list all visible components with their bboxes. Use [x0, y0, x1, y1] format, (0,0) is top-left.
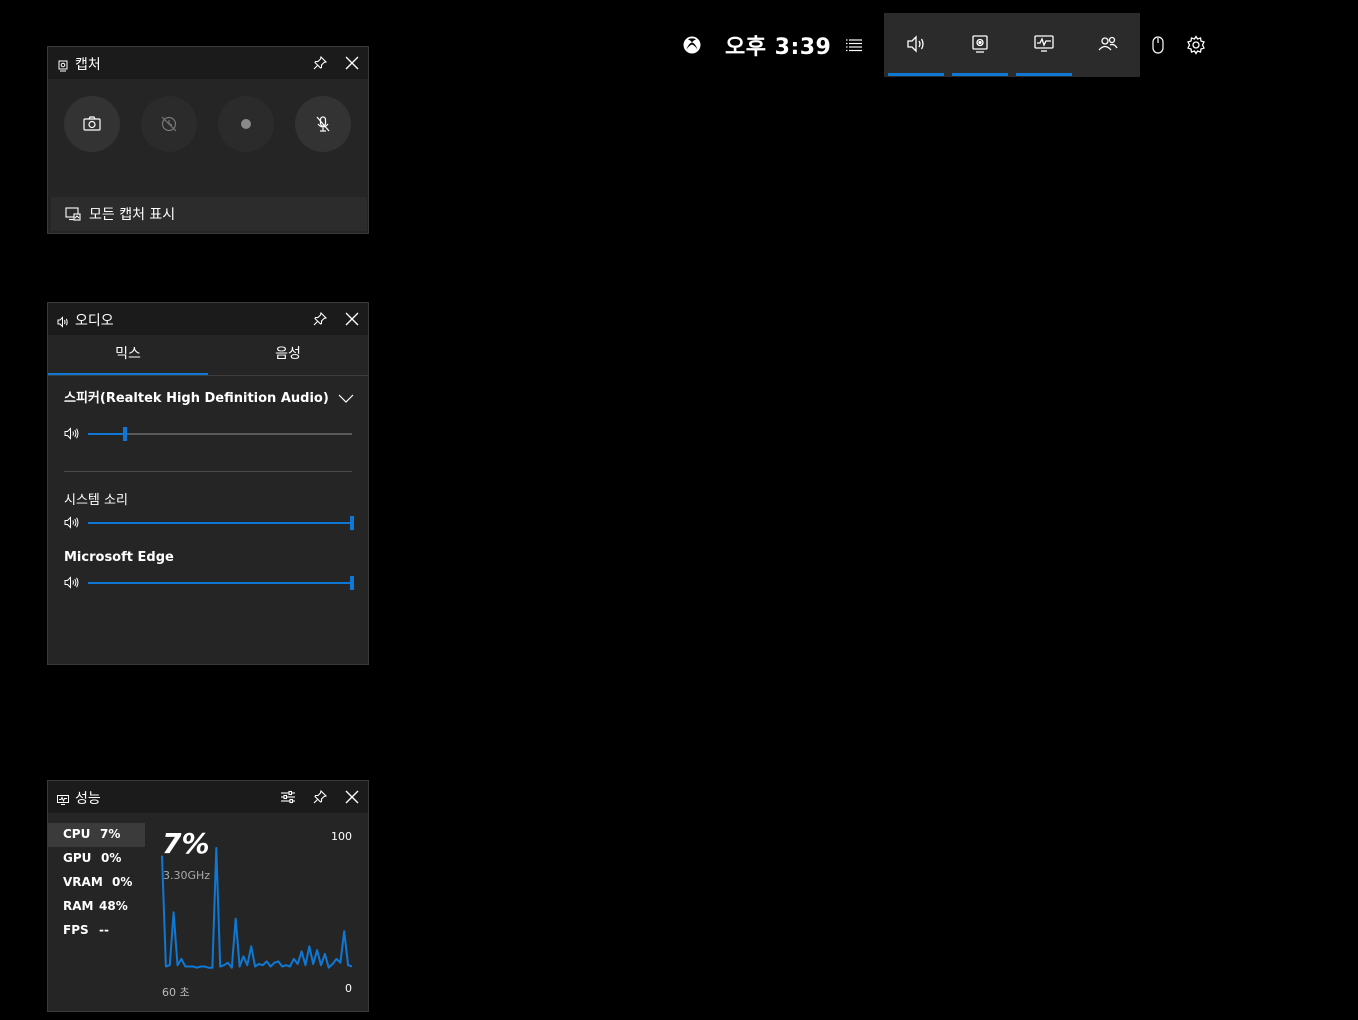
clock: 오후 3:39 — [725, 35, 832, 60]
metric-ram[interactable]: RAM 48% — [48, 895, 145, 919]
capture-header[interactable]: 캡처 — [48, 47, 368, 79]
audio-widget: 오디오 믹스 음성 스피커(Realtek High Definition Au… — [47, 302, 369, 665]
device-volume-slider[interactable] — [88, 427, 352, 441]
options-icon[interactable] — [280, 789, 296, 805]
metric-gpu[interactable]: GPU 0% — [48, 847, 145, 871]
audio-header[interactable]: 오디오 — [48, 303, 368, 335]
close-icon[interactable] — [344, 789, 360, 805]
metric-value: 48% — [99, 899, 128, 913]
capture-widget-button[interactable] — [948, 13, 1012, 77]
pin-icon[interactable] — [312, 55, 328, 71]
screenshot-button[interactable] — [64, 96, 120, 152]
metric-label: VRAM — [63, 875, 103, 889]
game-bar-top: 오후 3:39 — [676, 13, 1216, 77]
volume-fill — [88, 522, 352, 524]
performance-icon — [1033, 33, 1055, 55]
gear-icon[interactable] — [1186, 35, 1206, 55]
metric-label: FPS — [63, 923, 89, 937]
system-sounds-volume-slider[interactable] — [88, 516, 354, 530]
metric-value: -- — [99, 923, 109, 937]
graph-min-label: 0 — [345, 982, 352, 995]
camera-icon — [82, 114, 102, 134]
metric-cpu[interactable]: CPU 7% — [48, 823, 145, 847]
capture-icon — [57, 57, 69, 72]
performance-header[interactable]: 성능 — [48, 781, 368, 813]
tab-mix[interactable]: 믹스 — [48, 335, 208, 375]
capture-title: 캡처 — [75, 57, 101, 73]
mic-toggle-button[interactable] — [295, 96, 351, 152]
speaker-icon — [57, 313, 69, 328]
social-widget-button[interactable] — [1076, 13, 1140, 77]
widget-menu-icon[interactable] — [845, 37, 863, 53]
show-all-captures-button[interactable]: 모든 캡처 표시 — [51, 197, 367, 231]
mic-off-icon — [313, 114, 333, 134]
capture-widget: 캡처 모든 캡처 표시 — [47, 46, 369, 234]
pin-icon[interactable] — [312, 311, 328, 327]
gallery-icon — [65, 207, 81, 221]
widget-toggle-group — [884, 13, 1140, 77]
record-icon — [236, 114, 256, 134]
output-device-select[interactable]: 스피커(Realtek High Definition Audio) — [64, 387, 329, 406]
metric-value: 0% — [112, 875, 133, 889]
speaker-icon — [64, 427, 79, 440]
capture-icon — [969, 33, 991, 55]
audio-widget-button[interactable] — [884, 13, 948, 77]
people-icon — [1097, 33, 1119, 55]
metric-fps[interactable]: FPS -- — [48, 919, 145, 943]
speaker-icon — [64, 516, 79, 529]
cpu-usage-graph — [161, 847, 353, 969]
performance-widget-button[interactable] — [1012, 13, 1076, 77]
app-name-edge: Microsoft Edge — [64, 550, 174, 565]
edge-volume-slider[interactable] — [88, 576, 354, 590]
active-indicator — [952, 73, 1008, 76]
app-name-system-sounds: 시스템 소리 — [64, 493, 128, 508]
record-last-button[interactable] — [141, 96, 197, 152]
system-sounds-volume-row — [64, 513, 354, 533]
performance-title: 성능 — [75, 791, 101, 807]
xbox-icon[interactable] — [682, 35, 702, 55]
mouse-icon[interactable] — [1150, 36, 1166, 54]
metric-label: CPU — [63, 827, 91, 841]
close-icon[interactable] — [344, 55, 360, 71]
volume-fill — [88, 433, 125, 435]
tab-voice[interactable]: 음성 — [208, 335, 368, 375]
metric-vram[interactable]: VRAM 0% — [48, 871, 145, 895]
pin-icon[interactable] — [312, 789, 328, 805]
active-indicator — [1016, 73, 1072, 76]
divider — [48, 375, 368, 376]
tab-voice-label: 음성 — [275, 346, 301, 362]
volume-thumb[interactable] — [350, 516, 354, 530]
audio-title: 오디오 — [75, 313, 114, 329]
metric-label: GPU — [63, 851, 92, 865]
record-button[interactable] — [218, 96, 274, 152]
show-all-captures-label: 모든 캡처 표시 — [89, 207, 176, 223]
graph-time-label: 60 초 — [162, 986, 190, 999]
active-indicator — [888, 73, 944, 76]
volume-fill — [88, 582, 352, 584]
speaker-icon — [905, 33, 927, 55]
record-last-icon — [159, 114, 179, 134]
cpu-usage-line — [161, 847, 353, 969]
chevron-down-icon[interactable] — [338, 389, 354, 403]
metric-list: CPU 7% GPU 0% VRAM 0% RAM 48% FPS -- — [48, 823, 145, 1013]
tab-mix-label: 믹스 — [115, 346, 141, 362]
speaker-icon — [64, 576, 79, 589]
volume-thumb[interactable] — [350, 576, 354, 590]
divider — [64, 471, 352, 472]
device-volume-row — [64, 424, 354, 444]
performance-widget: 성능 CPU 7% GPU 0% VRAM 0% RAM 48% FPS -- … — [47, 780, 369, 1012]
edge-volume-row — [64, 573, 354, 593]
metric-label: RAM — [63, 899, 94, 913]
metric-value: 0% — [101, 851, 122, 865]
metric-value: 7% — [100, 827, 121, 841]
performance-icon — [57, 791, 69, 805]
close-icon[interactable] — [344, 311, 360, 327]
volume-thumb[interactable] — [122, 427, 127, 441]
